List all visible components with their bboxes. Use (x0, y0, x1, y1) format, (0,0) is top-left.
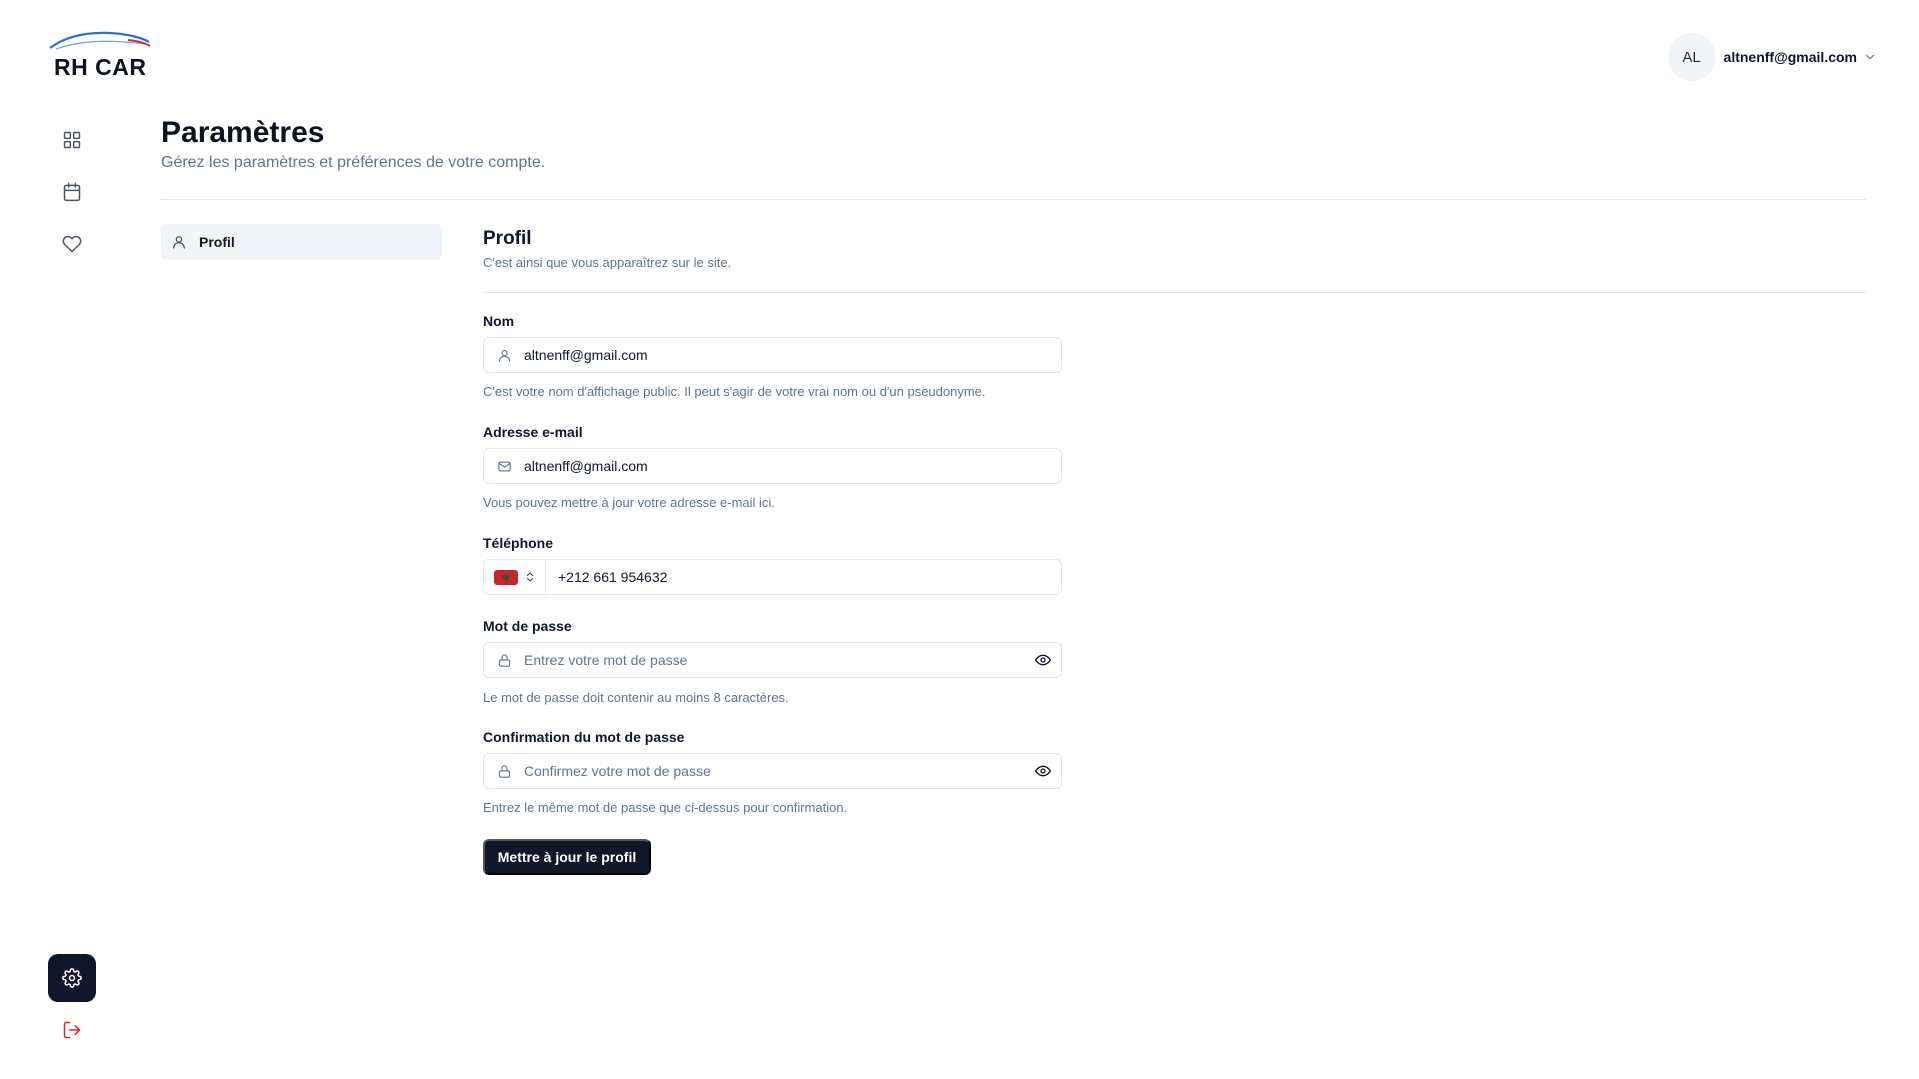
password-label: Mot de passe (483, 618, 572, 634)
password-confirm-label: Confirmation du mot de passe (483, 729, 685, 745)
settings-nav-label: Profil (199, 234, 235, 250)
car-silhouette-icon (49, 31, 151, 50)
password-field[interactable]: Entrez votre mot de passe (483, 642, 1062, 678)
brand-name: RH CAR (54, 54, 147, 80)
password-hint: Le mot de passe doit contenir au moins 8… (483, 690, 789, 705)
user-icon (171, 234, 187, 250)
sidebar-item-favorites[interactable] (48, 220, 96, 268)
user-menu[interactable]: AL altnenff@gmail.com (1667, 33, 1877, 81)
user-icon (484, 348, 524, 363)
country-selector[interactable] (484, 560, 546, 594)
sidebar-item-calendar[interactable] (48, 168, 96, 216)
section-description: C'est ainsi que vous apparaîtrez sur le … (483, 255, 732, 270)
email-hint: Vous pouvez mettre à jour votre adresse … (483, 495, 775, 510)
email-label: Adresse e-mail (483, 424, 583, 440)
logout-icon (63, 1021, 81, 1039)
sidebar-item-settings[interactable] (48, 954, 96, 1002)
eye-icon[interactable] (1035, 652, 1051, 668)
page-subtitle: Gérez les paramètres et préférences de v… (161, 154, 546, 171)
update-profile-button[interactable]: Mettre à jour le profil (483, 839, 651, 875)
gear-icon (62, 968, 82, 988)
chevron-down-icon[interactable] (1863, 50, 1877, 64)
brand-logo[interactable]: RH CAR (48, 28, 152, 82)
header-divider (161, 199, 1866, 200)
password-confirm-field[interactable]: Confirmez votre mot de passe (483, 753, 1062, 789)
password-confirm-hint: Entrez le même mot de passe que ci-dessu… (483, 800, 848, 815)
name-input[interactable]: altnenff@gmail.com (524, 347, 648, 363)
email-input[interactable]: altnenff@gmail.com (524, 458, 648, 474)
sidebar-item-dashboard[interactable] (48, 116, 96, 164)
settings-nav-profile[interactable]: Profil (161, 224, 442, 260)
chevron-updown-icon (524, 570, 536, 584)
name-field[interactable]: altnenff@gmail.com (483, 337, 1062, 373)
grid-icon (63, 131, 81, 149)
sidebar-item-logout[interactable] (48, 1006, 96, 1054)
mail-icon (484, 459, 524, 474)
phone-label: Téléphone (483, 535, 554, 551)
password-confirm-input[interactable]: Confirmez votre mot de passe (524, 763, 711, 779)
password-input[interactable]: Entrez votre mot de passe (524, 652, 687, 668)
user-email[interactable]: altnenff@gmail.com (1724, 49, 1857, 65)
phone-input[interactable]: +212 661 954632 (546, 569, 667, 585)
eye-icon[interactable] (1035, 763, 1051, 779)
avatar[interactable]: AL (1667, 33, 1716, 81)
morocco-flag-icon (493, 569, 518, 585)
section-title: Profil (483, 228, 532, 249)
app-root: RH CAR AL altnenff@gmail.com Paramètres … (0, 0, 1919, 1079)
name-label: Nom (483, 313, 515, 329)
name-hint: C'est votre nom d'affichage public. Il p… (483, 384, 986, 399)
phone-field[interactable]: +212 661 954632 (483, 559, 1062, 595)
email-field[interactable]: altnenff@gmail.com (483, 448, 1062, 484)
lock-icon (484, 764, 524, 779)
lock-icon (484, 653, 524, 668)
calendar-icon (63, 182, 81, 202)
heart-icon (62, 235, 82, 253)
page-title: Paramètres (161, 116, 325, 149)
section-divider (483, 292, 1866, 293)
